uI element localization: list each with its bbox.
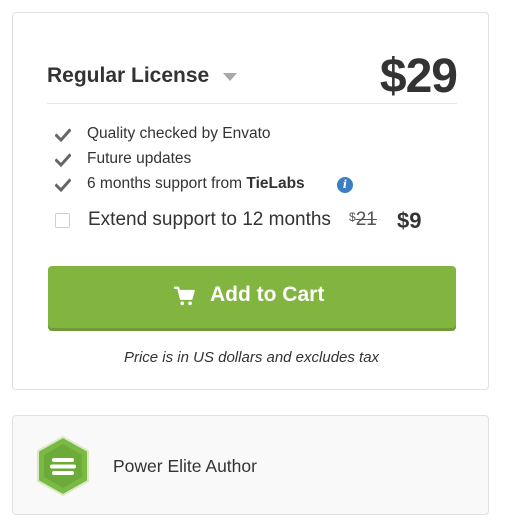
divider [47,103,457,104]
extend-support-option: Extend support to 12 months $21 $9 [55,208,455,235]
extend-support-label[interactable]: Extend support to 12 months [88,209,331,231]
info-icon[interactable]: i [337,177,353,193]
license-header: Regular License $29 [47,49,458,103]
license-card: Regular License $29 Quality checked by E… [12,12,489,390]
extend-support-checkbox[interactable] [55,213,70,228]
author-badge-card: Power Elite Author [12,415,489,515]
power-elite-author-badge-icon [37,436,89,496]
extend-support-price: $9 [397,208,422,233]
author-name: TieLabs [246,175,305,192]
chevron-down-icon[interactable] [223,73,237,81]
feature-text: Quality checked by Envato [87,125,271,142]
old-price-currency: $ [349,210,356,224]
license-type-selector[interactable]: Regular License [47,64,209,88]
feature-item-support: 6 months support from TieLabs i [55,175,375,197]
price-note: Price is in US dollars and excludes tax [123,349,380,366]
license-price: $29 [379,50,458,103]
feature-text: Future updates [87,150,192,167]
feature-text: 6 months support from TieLabs [87,175,305,193]
old-price: $21 [349,209,377,231]
cart-icon [174,286,195,306]
add-to-cart-label: Add to Cart [210,283,325,306]
checkmark-icon [55,128,71,143]
checkmark-icon [55,153,71,168]
feature-text-prefix: 6 months support from [87,175,247,192]
checkmark-icon [55,178,71,193]
add-to-cart-button[interactable]: Add to Cart [48,266,456,328]
author-badge-label: Power Elite Author [113,456,257,476]
old-price-amount: 21 [355,209,377,230]
